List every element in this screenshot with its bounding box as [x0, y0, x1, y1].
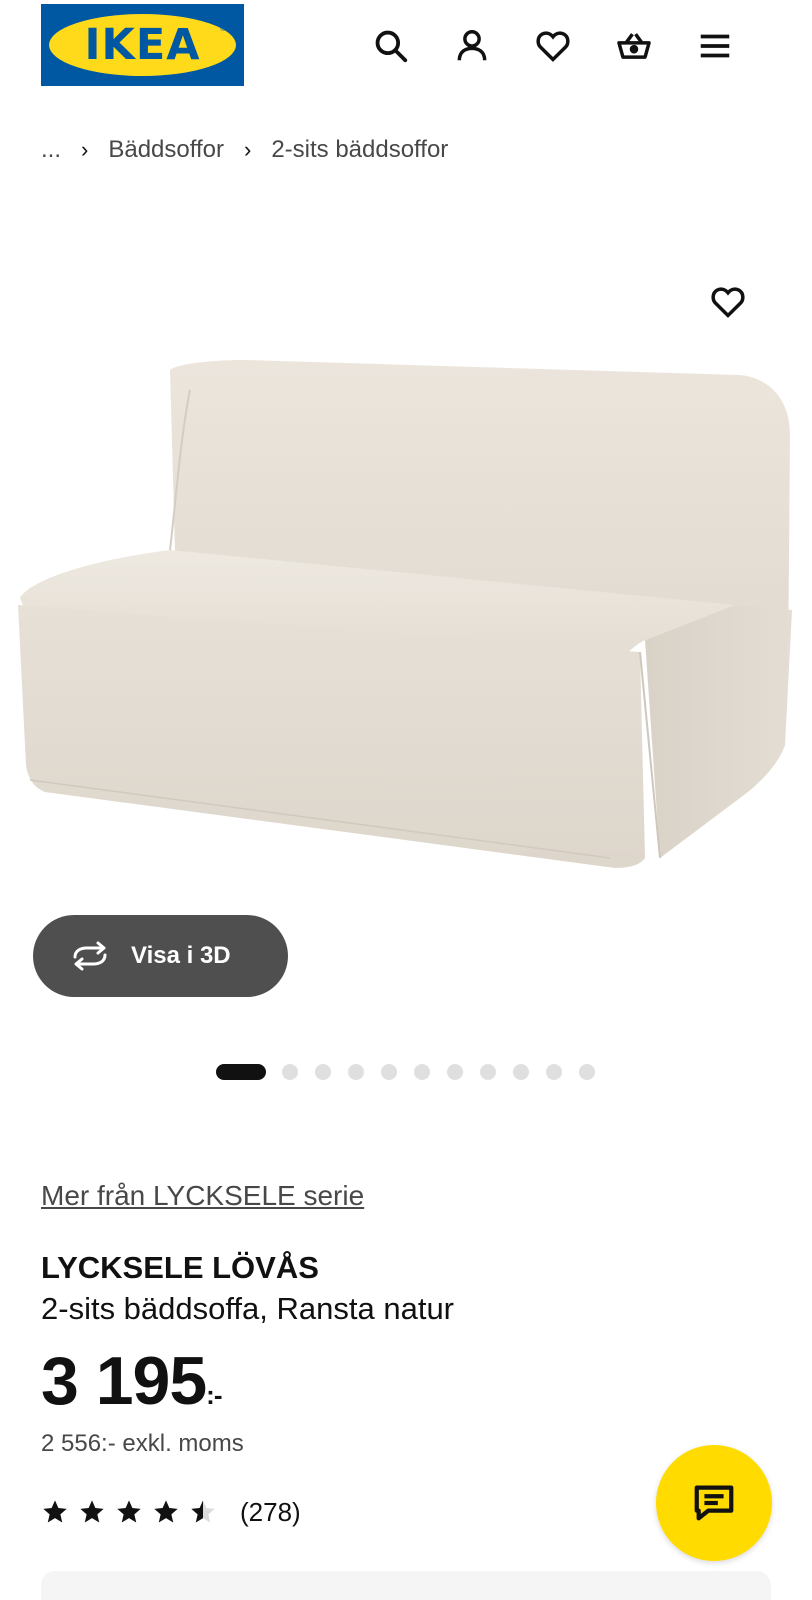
series-link[interactable]: Mer från LYCKSELE serie [41, 1180, 364, 1212]
price-currency-suffix: :- [206, 1380, 222, 1410]
product-image[interactable] [0, 260, 812, 900]
sofa-bed-image [18, 360, 792, 868]
product-name: LYCKSELE LÖVÅS [41, 1250, 319, 1285]
site-header: IKEA ® [0, 0, 812, 96]
price-value: 3 195 [41, 1343, 207, 1419]
product-price: 3 195:- [41, 1342, 223, 1420]
info-card [41, 1571, 771, 1600]
carousel-dot[interactable] [414, 1064, 430, 1080]
view-in-3d-button[interactable]: Visa i 3D [33, 915, 288, 997]
chevron-right-icon: › [81, 137, 89, 162]
carousel-dot[interactable] [381, 1064, 397, 1080]
carousel-dot[interactable] [546, 1064, 562, 1080]
carousel-dot[interactable] [480, 1064, 496, 1080]
cart-button[interactable] [612, 24, 656, 68]
carousel-dot[interactable] [513, 1064, 529, 1080]
logo-registered-mark: ® [220, 24, 226, 33]
breadcrumb-item-sofa-beds[interactable]: Bäddsoffor [108, 136, 224, 164]
breadcrumb-ellipsis[interactable]: ... [41, 136, 61, 164]
price-excl-vat: 2 556:- exkl. moms [41, 1430, 244, 1457]
chat-bubble-icon [694, 1485, 734, 1521]
breadcrumb-item-2-seat-sofa-beds[interactable]: 2-sits bäddsoffor [271, 136, 448, 164]
account-button[interactable] [450, 24, 494, 68]
carousel-dot[interactable] [282, 1064, 298, 1080]
cart-icon [617, 33, 651, 59]
star-full-icon [80, 1500, 104, 1523]
image-carousel-indicator [216, 1062, 612, 1082]
save-to-favourites-button[interactable] [706, 280, 750, 324]
view-in-3d-label: Visa i 3D [131, 942, 231, 969]
heart-icon [711, 287, 745, 318]
carousel-dot[interactable] [579, 1064, 595, 1080]
account-icon [457, 30, 487, 61]
star-full-icon [117, 1500, 141, 1523]
chevron-right-icon: › [243, 137, 252, 162]
product-rating[interactable]: (278) [41, 1494, 301, 1530]
heart-icon [536, 31, 570, 62]
product-description: 2-sits bäddsoffa, Ransta natur [41, 1291, 455, 1326]
search-icon [375, 30, 408, 63]
logo-text: IKEA [84, 20, 201, 70]
rotate-3d-icon [73, 941, 107, 971]
menu-button[interactable] [693, 24, 737, 68]
carousel-dot[interactable] [348, 1064, 364, 1080]
star-half-icon [191, 1500, 215, 1523]
ikea-logo[interactable]: IKEA ® [41, 4, 244, 86]
star-full-icon [43, 1500, 67, 1523]
favourites-button[interactable] [531, 24, 575, 68]
carousel-dot[interactable] [447, 1064, 463, 1080]
menu-icon [700, 34, 730, 58]
star-full-icon [154, 1500, 178, 1523]
carousel-dot-active[interactable] [216, 1064, 266, 1080]
chat-button[interactable] [656, 1445, 772, 1561]
carousel-dot[interactable] [315, 1064, 331, 1080]
breadcrumb: ... › Bäddsoffor › 2-sits bäddsoffor [41, 132, 448, 168]
rating-count: (278) [240, 1496, 301, 1527]
search-button[interactable] [369, 24, 413, 68]
